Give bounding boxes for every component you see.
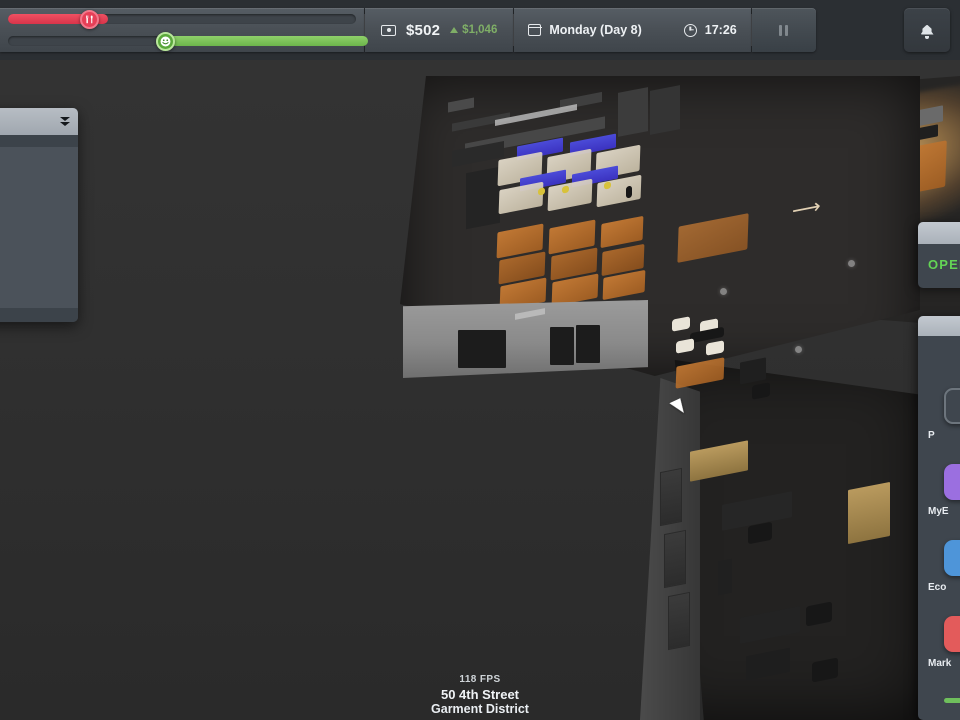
- tutorial-panel-body: management" paign for ployees at t Corp.…: [0, 147, 78, 309]
- window-pane: [668, 591, 690, 651]
- date-label: Monday (Day 8): [549, 23, 642, 37]
- notifications-button[interactable]: [904, 8, 950, 52]
- entrance-door[interactable]: [458, 330, 506, 368]
- app-icon-economy: [944, 540, 960, 576]
- game-screen: ⟶ $502 $1,046 Monday (Day 8) 17:26 OPE P…: [0, 0, 960, 720]
- floor-marker-dot: [795, 346, 802, 353]
- calendar-icon: [527, 24, 542, 36]
- game-world-viewport[interactable]: ⟶: [0, 0, 960, 720]
- employee-figure: [626, 185, 632, 199]
- cutlery-icon: [80, 9, 99, 29]
- bell-icon: [921, 24, 934, 39]
- floor-marker-dot: [848, 260, 855, 267]
- tutorial-panel-header[interactable]: [0, 108, 78, 135]
- dock-item-p[interactable]: P: [918, 388, 960, 464]
- store-status-panel-body: OPEN: [918, 244, 960, 288]
- tutorial-panel[interactable]: management" paign for ployees at t Corp.…: [0, 108, 78, 323]
- top-hud-bar: $502 $1,046 Monday (Day 8) 17:26: [0, 0, 960, 60]
- smiley-icon: [156, 31, 175, 51]
- time-label: 17:26: [704, 23, 737, 37]
- mood-meter[interactable]: [8, 30, 368, 52]
- shelving-unit: [466, 166, 500, 230]
- dock-item-myemail[interactable]: MyE: [918, 464, 960, 540]
- app-icon-marketing: [944, 616, 960, 652]
- time-display: 17:26: [683, 23, 737, 37]
- tutorial-panel-subbar: [0, 135, 78, 147]
- window-pane: [660, 467, 682, 527]
- app-icon-p: [944, 388, 960, 424]
- dock-item-label: P: [928, 430, 935, 441]
- money-group[interactable]: $502 $1,046: [365, 8, 514, 52]
- app-dock-panel[interactable]: P MyE Eco Mark: [918, 316, 960, 720]
- entrance-door[interactable]: [550, 327, 574, 365]
- cabinet: [650, 85, 680, 135]
- hunger-meter[interactable]: [8, 8, 356, 30]
- dock-item-economy[interactable]: Eco: [918, 540, 960, 616]
- bookshelf: [848, 481, 890, 545]
- tutorial-panel-footer: [0, 308, 78, 323]
- window-pane: [664, 529, 686, 589]
- app-dock-header: [918, 316, 960, 336]
- store-status-panel-header: [918, 222, 960, 244]
- tutorial-paragraph: the cash Schedule: [0, 267, 66, 294]
- tutorial-paragraph: nd you the the Contacts: [0, 231, 66, 258]
- clock-icon: [683, 23, 697, 37]
- top-hud-strip: $502 $1,046 Monday (Day 8) 17:26: [0, 8, 816, 52]
- triangle-up-icon: [450, 27, 459, 33]
- dock-item-label: MyE: [928, 506, 949, 517]
- money-balance: $502: [406, 21, 441, 39]
- cash-icon: [381, 24, 396, 36]
- floor-marker-dot: [720, 288, 727, 295]
- dock-scroll-indicator[interactable]: [944, 698, 960, 703]
- app-icon-myemail: [944, 464, 960, 500]
- money-delta: $1,046: [450, 24, 497, 36]
- dock-item-label: Mark: [928, 658, 952, 669]
- pause-button[interactable]: [751, 8, 816, 52]
- datetime-group: Monday (Day 8) 17:26: [514, 8, 751, 52]
- status-badge-open: OPEN: [928, 257, 960, 272]
- tutorial-paragraph: management": [0, 157, 66, 170]
- pause-icon: [779, 24, 789, 36]
- dock-item-label: Eco: [928, 582, 947, 593]
- status-meters-group: [0, 8, 368, 52]
- mood-meter-fill: [156, 36, 368, 46]
- dock-item-marketing[interactable]: Mark: [918, 616, 960, 692]
- date-display: Monday (Day 8): [527, 23, 642, 37]
- app-dock-items: P MyE Eco Mark: [918, 336, 960, 692]
- desk: [718, 558, 732, 596]
- tutorial-paragraph: paign for ployees at t Corp.: [0, 180, 66, 220]
- cabinet: [618, 87, 648, 137]
- entrance-door[interactable]: [576, 325, 600, 363]
- money-delta-value: $1,046: [462, 24, 498, 36]
- store-status-panel[interactable]: OPEN: [918, 222, 960, 288]
- double-chevron-down-icon[interactable]: [60, 117, 70, 126]
